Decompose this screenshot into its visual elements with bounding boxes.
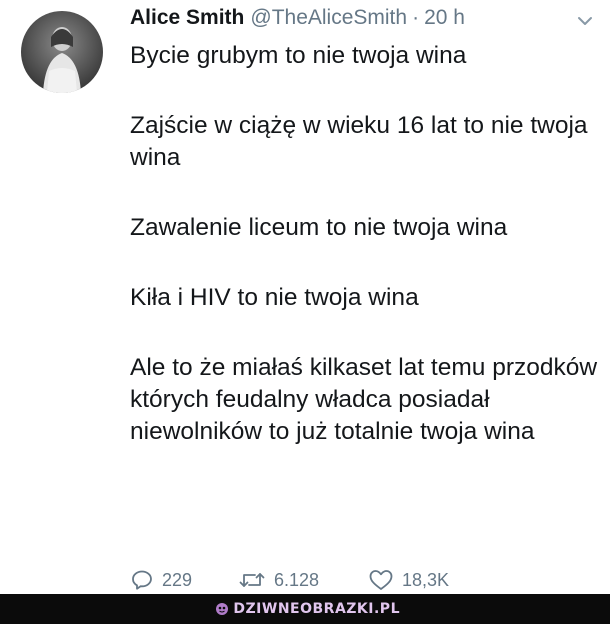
tweet-text: Bycie grubym to nie twoja wina Zajście w… [130, 40, 600, 448]
chevron-down-icon[interactable] [574, 10, 596, 32]
avatar-photo [21, 11, 103, 93]
like-button[interactable]: 18,3K [368, 568, 488, 592]
timestamp[interactable]: 20 h [424, 6, 465, 30]
tweet-header: Alice Smith @TheAliceSmith · 20 h [130, 6, 590, 36]
tweet-paragraph-5: Ale to że miałaś kilkaset lat temu przod… [130, 354, 598, 445]
tweet-paragraph-3: Zawalenie liceum to nie twoja wina [130, 214, 508, 241]
brand-logo-icon [216, 603, 229, 615]
reply-count: 229 [162, 569, 193, 590]
tweet-actions: 229 6.128 18,3K [130, 566, 488, 594]
author-name[interactable]: Alice Smith [130, 6, 244, 30]
site-watermark[interactable]: DZIWNEOBRAZKI.PL [215, 601, 400, 617]
watermark-bar: DZIWNEOBRAZKI.PL [0, 594, 610, 624]
tweet-card: Alice Smith @TheAliceSmith · 20 h Bycie … [0, 0, 610, 594]
heart-icon [369, 570, 393, 590]
like-count: 18,3K [402, 569, 450, 590]
tweet-paragraph-1: Bycie grubym to nie twoja wina [130, 42, 467, 69]
reply-icon [132, 570, 152, 590]
separator: · [412, 6, 420, 29]
retweet-icon [239, 573, 265, 587]
retweet-count: 6.128 [274, 569, 320, 590]
watermark-text: DZIWNEOBRAZKI.PL [233, 601, 400, 617]
tweet-paragraph-4: Kiła i HIV to nie twoja wina [130, 284, 419, 311]
author-handle[interactable]: @TheAliceSmith [250, 6, 407, 30]
avatar[interactable] [21, 11, 103, 93]
tweet-paragraph-2: Zajście w ciążę w wieku 16 lat to nie tw… [130, 112, 588, 171]
reply-button[interactable]: 229 [130, 568, 238, 592]
retweet-button[interactable]: 6.128 [238, 569, 368, 591]
